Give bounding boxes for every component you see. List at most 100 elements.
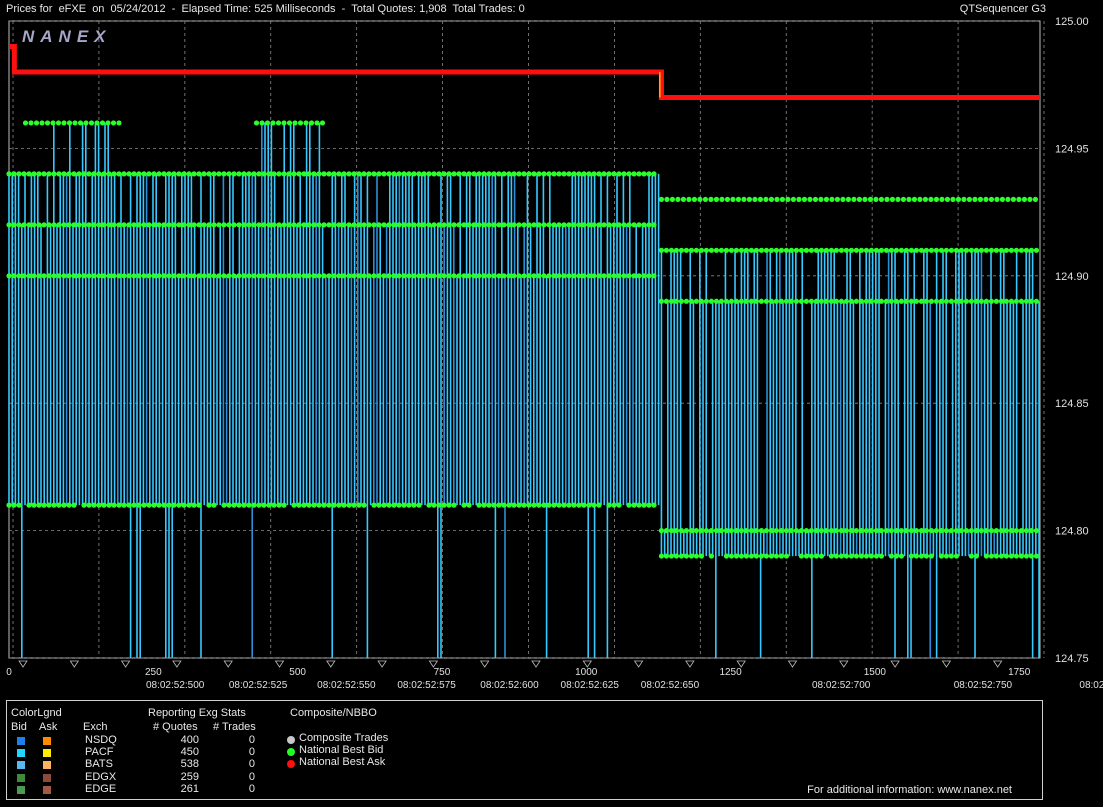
nbb-point [641,502,647,508]
nbb-point [823,247,830,253]
nbb-point [481,222,487,228]
nbb-point [501,273,507,279]
nbb-point [883,247,890,253]
nbb-point [636,502,642,508]
nbb-point [748,553,755,559]
nbb-point [1033,553,1040,559]
nbb-point [31,171,37,177]
nbb-point [893,298,900,304]
nbb-point [306,171,312,177]
nbb-point [753,247,760,253]
nbb-point [176,171,182,177]
quote-count: 450 [180,746,199,759]
nbb-point [136,502,142,508]
nbb-point [41,273,47,279]
nbb-point [779,196,786,202]
nbb-point [536,502,542,508]
nbb-point [968,553,975,559]
ask-color-swatch [43,749,51,758]
nbb-point [151,222,157,228]
nbb-point [898,298,905,304]
nbb-point [641,222,647,228]
nbb-point [506,171,512,177]
nbb-point [276,273,282,279]
nbb-point [911,196,918,202]
nbb-point [823,196,830,202]
axis-marker [531,660,541,668]
nbb-point [895,196,901,202]
nbb-point [55,120,62,126]
nbb-point [211,222,217,228]
nbb-point [46,502,52,508]
quotes-header: # Quotes [153,721,198,733]
nbb-point [566,502,572,508]
nbb-point [651,273,657,279]
nbb-point [151,273,157,279]
nbb-point [111,502,117,508]
nbb-point [631,502,637,508]
nbb-point [884,196,890,202]
nbb-point [126,273,132,279]
nbb-point [848,553,855,559]
nbb-point [406,222,412,228]
nbb-point [351,222,357,228]
nbb-point [66,273,72,279]
nbb-point [889,196,896,202]
nbb-point [41,222,47,228]
nbb-point [621,171,627,177]
nbb-point [156,273,162,279]
nbb-point [998,553,1005,559]
nbb-point [856,196,863,202]
nbb-point [22,120,29,126]
nbb-point [176,273,182,279]
nbb-point [878,298,885,304]
nbb-point [264,120,271,126]
nbb-point [56,171,62,177]
nbb-point [356,502,362,508]
time-label: 08:02:52:600 [480,680,539,691]
nbb-point [211,171,217,177]
nbb-point [918,247,925,253]
nbb-point [688,247,695,253]
nbb-point [319,120,326,126]
nbb-point [541,273,547,279]
nbb-point [101,273,107,279]
nbb-point [663,553,670,559]
nbb-point [658,298,665,304]
nbb-point [326,502,332,508]
nbb-point [126,222,132,228]
nbb-point [246,273,252,279]
nbb-point [351,273,357,279]
nbb-point [678,247,685,253]
nbb-point [341,273,347,279]
nbb-point [848,247,855,253]
nbb-point [1008,247,1015,253]
nbb-point [496,273,502,279]
nbb-point [906,196,912,202]
nbb-point [91,222,97,228]
nbb-point [978,298,985,304]
nbb-point [1013,298,1020,304]
footer-link[interactable]: For additional information: www.nanex.ne… [807,784,1012,796]
nbb-point [868,528,875,534]
nbb-point [888,528,895,534]
nbb-point [461,502,467,508]
nbb-point [702,196,709,202]
nbb-point [1018,298,1025,304]
nbb-point [481,171,487,177]
nbb-point [426,171,432,177]
nbb-point [386,273,392,279]
nbb-point [161,502,167,508]
nbb-point [76,273,82,279]
nbb-point [698,553,705,559]
nbb-point [808,528,815,534]
nbb-point [531,273,537,279]
nbb-point [708,298,715,304]
nbb-point [606,502,612,508]
nbb-point [496,222,502,228]
nbb-point [76,222,82,228]
nbb-point [531,222,537,228]
x-tick-label: 1500 [864,667,887,678]
nbb-point [511,171,517,177]
nbb-point [561,171,567,177]
